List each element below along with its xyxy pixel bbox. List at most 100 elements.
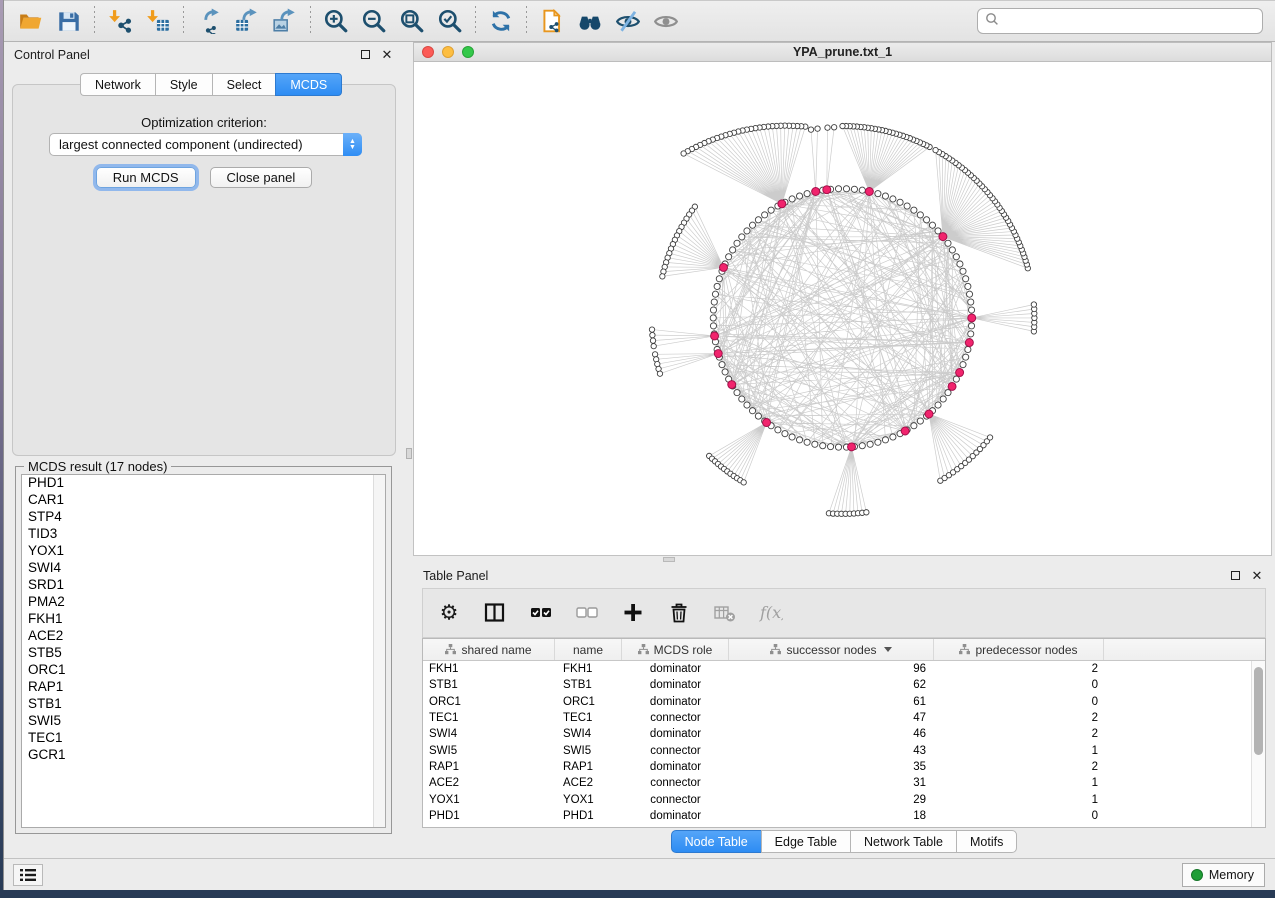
network-node[interactable] [712,291,718,297]
network-node[interactable] [711,299,717,305]
hide-selected-icon[interactable] [609,4,647,38]
network-node[interactable] [843,186,849,192]
mcds-hub-node[interactable] [948,382,956,390]
column-header-predecessor-nodes[interactable]: predecessor nodes [934,639,1104,660]
optimization-criterion-select[interactable]: largest connected component (undirected)… [49,133,362,156]
save-session-icon[interactable] [50,4,88,38]
network-node[interactable] [875,191,881,197]
network-node[interactable] [825,125,830,130]
mcds-hub-node[interactable] [711,332,719,340]
column-header-MCDS-role[interactable]: MCDS role [622,639,729,660]
mcds-result-item[interactable]: STP4 [22,509,385,526]
network-node[interactable] [652,352,657,357]
mcds-hub-node[interactable] [714,350,722,358]
table-row[interactable]: PHD1PHD1dominator180 [423,808,1251,824]
network-node[interactable] [904,203,910,209]
network-node[interactable] [719,362,725,368]
column-header-shared-name[interactable]: shared name [423,639,555,660]
network-node[interactable] [859,443,865,449]
float-panel-icon[interactable] [357,47,373,63]
network-node[interactable] [815,126,820,131]
network-node[interactable] [859,187,865,193]
network-node[interactable] [917,418,923,424]
network-node[interactable] [882,193,888,199]
close-panel-button[interactable]: Close panel [210,167,313,188]
network-node[interactable] [963,276,969,282]
network-window-titlebar[interactable]: YPA_prune.txt_1 [413,42,1272,62]
network-node[interactable] [965,346,971,352]
mcds-result-item[interactable]: STB1 [22,696,385,713]
network-node[interactable] [768,207,774,213]
mcds-hub-node[interactable] [778,200,786,208]
network-node[interactable] [882,437,888,443]
network-node[interactable] [660,274,665,279]
table-row[interactable]: YOX1YOX1connector291 [423,791,1251,807]
table-row[interactable]: ACE2ACE2connector311 [423,775,1251,791]
mcds-result-item[interactable]: YOX1 [22,543,385,560]
mcds-hub-node[interactable] [728,381,736,389]
table-scrollbar[interactable] [1251,661,1265,827]
network-node[interactable] [796,437,802,443]
network-node[interactable] [649,327,654,332]
tab-edge-table[interactable]: Edge Table [761,830,850,853]
scrollbar-thumb[interactable] [1254,667,1263,755]
mcds-result-item[interactable]: TID3 [22,526,385,543]
network-node[interactable] [968,323,974,329]
network-node[interactable] [945,240,951,246]
network-node[interactable] [929,222,935,228]
show-column-icon[interactable] [483,598,507,628]
close-panel-icon[interactable]: ✕ [1249,568,1265,584]
network-node[interactable] [710,323,716,329]
mcds-hub-node[interactable] [763,419,771,427]
export-image-icon[interactable] [266,4,304,38]
network-node[interactable] [987,435,992,440]
network-node[interactable] [755,413,761,419]
network-node[interactable] [851,186,857,192]
search-box[interactable] [977,8,1263,34]
import-network-icon[interactable] [101,4,139,38]
splitter-grip[interactable] [406,448,412,459]
network-node[interactable] [749,222,755,228]
table-row[interactable]: TEC1TEC1connector472 [423,710,1251,726]
memory-button[interactable]: Memory [1182,863,1265,887]
add-column-icon[interactable] [621,598,645,628]
delete-column-icon[interactable] [667,598,691,628]
network-node[interactable] [681,151,686,156]
tab-style[interactable]: Style [155,73,212,96]
network-node[interactable] [897,199,903,205]
network-node[interactable] [739,396,745,402]
table-settings-icon[interactable]: ⚙ [437,598,461,628]
run-mcds-button[interactable]: Run MCDS [96,167,196,188]
zoom-out-icon[interactable] [355,4,393,38]
export-table-icon[interactable] [228,4,266,38]
network-node[interactable] [864,510,869,515]
network-node[interactable] [835,444,841,450]
network-node[interactable] [924,217,930,223]
network-node[interactable] [749,408,755,414]
deselect-all-icon[interactable] [575,598,599,628]
table-row[interactable]: RAP1RAP1dominator352 [423,759,1251,775]
network-node[interactable] [812,441,818,447]
select-all-icon[interactable] [529,598,553,628]
network-node[interactable] [953,254,959,260]
tab-network[interactable]: Network [80,73,155,96]
network-node[interactable] [739,234,745,240]
zoom-fit-icon[interactable] [393,4,431,38]
network-node[interactable] [755,217,761,223]
network-node[interactable] [957,261,963,267]
network-node[interactable] [796,193,802,199]
column-header-name[interactable]: name [555,639,622,660]
network-node[interactable] [960,362,966,368]
network-node[interactable] [968,307,974,313]
tab-select[interactable]: Select [212,73,276,96]
network-node[interactable] [730,247,736,253]
network-node[interactable] [917,212,923,218]
table-row[interactable]: SWI4SWI4dominator462 [423,726,1251,742]
mcds-result-item[interactable]: SWI5 [22,713,385,730]
network-node[interactable] [968,299,974,305]
mcds-result-item[interactable]: FKH1 [22,611,385,628]
mcds-hub-node[interactable] [812,188,820,196]
tab-mcds[interactable]: MCDS [275,73,342,96]
mcds-result-item[interactable]: SWI4 [22,560,385,577]
network-node[interactable] [744,228,750,234]
